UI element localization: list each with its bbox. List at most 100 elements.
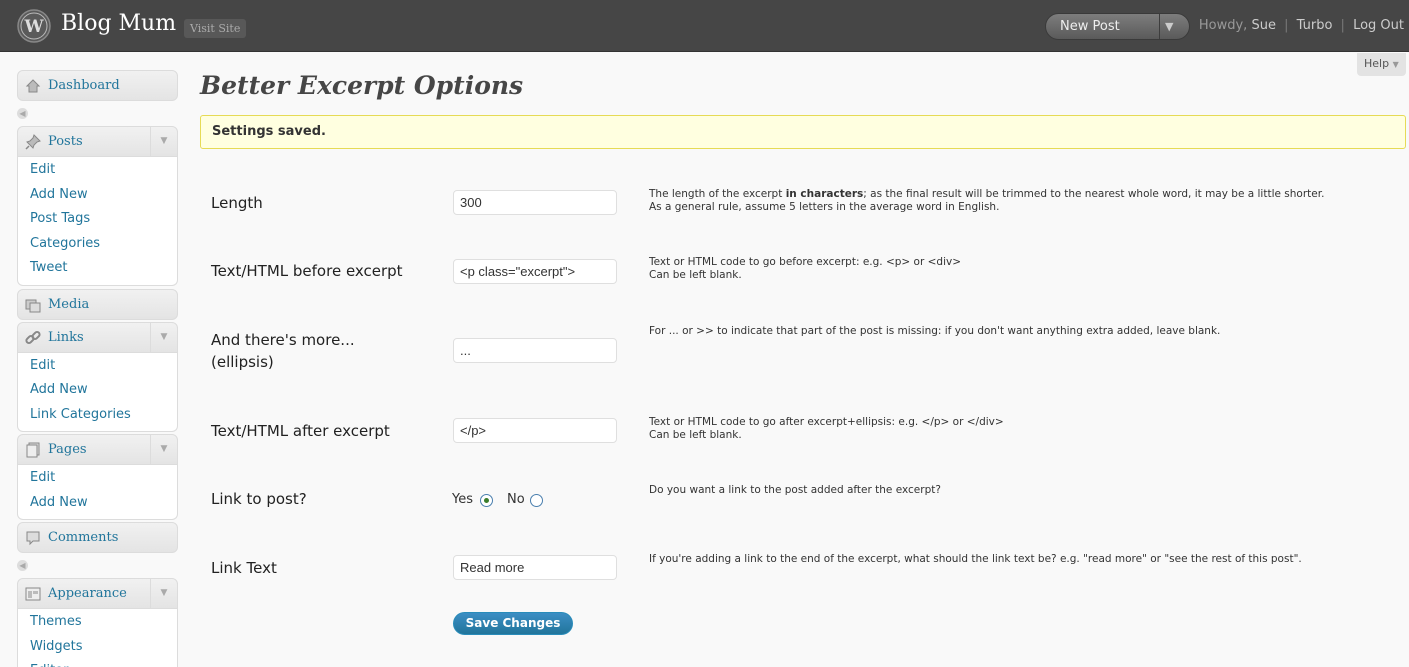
menu-label: Media [48,296,90,312]
dashboard-icon [25,79,41,93]
length-label: Length [211,194,263,212]
admin-header: W Blog Mum Visit Site New Post ▼ Howdy, … [0,0,1409,52]
before-excerpt-input[interactable] [453,259,617,284]
submenu-posts: Edit Add New Post Tags Categories Tweet [17,157,178,286]
desc-text: ; as the final result will be trimmed to… [863,188,1325,200]
menu-separator[interactable]: ◀ [17,101,178,126]
desc-text: Text or HTML code to go before excerpt: … [649,256,962,268]
after-excerpt-input[interactable] [453,418,617,443]
chevron-down-icon[interactable]: ▼ [150,435,177,464]
desc-text: Text or HTML code to go after excerpt+el… [649,416,1004,428]
submenu-item[interactable]: Add New [18,183,177,208]
chevron-down-icon[interactable]: ▼ [150,322,177,352]
radio-yes[interactable] [480,494,493,507]
submenu-item[interactable]: Link Categories [18,403,177,428]
logout-link[interactable]: Log Out [1353,18,1404,33]
submenu-item[interactable]: Edit [18,158,177,183]
media-icon [25,299,41,312]
label-line: And there's more... [211,331,355,349]
submenu-item[interactable]: Add New [18,491,177,516]
collapse-arrow-icon[interactable]: ◀ [17,560,28,571]
link-to-post-description: Do you want a link to the post added aft… [649,484,941,496]
separator: | [1340,18,1345,33]
separator: | [1284,18,1289,33]
submenu-links: Edit Add New Link Categories [17,352,178,432]
submenu-pages: Edit Add New [17,465,178,520]
radio-yes-label[interactable]: Yes [452,492,473,507]
after-excerpt-label: Text/HTML after excerpt [211,422,390,440]
submenu-item[interactable]: Post Tags [18,207,177,232]
menu-comments[interactable]: Comments [17,522,178,553]
menu-label: Appearance [48,586,127,601]
link-text-label: Link Text [211,559,277,577]
howdy-text: Howdy, [1198,18,1248,33]
menu-dashboard[interactable]: Dashboard [17,70,178,101]
menu-appearance[interactable]: Appearance ▼ [17,578,178,609]
desc-text: The length of the excerpt [649,188,786,200]
ellipsis-input[interactable] [453,338,617,363]
chevron-down-icon[interactable]: ▼ [150,579,177,608]
menu-separator[interactable]: ◀ [17,553,178,578]
pushpin-icon [25,134,41,150]
settings-saved-notice: Settings saved. [200,115,1406,149]
help-label: Help [1364,57,1390,70]
submenu-item[interactable]: Categories [18,232,177,257]
submenu-item[interactable]: Widgets [18,635,177,660]
menu-label: Dashboard [48,78,120,93]
length-input[interactable] [453,190,617,215]
chevron-down-icon[interactable]: ▼ [1165,14,1173,39]
menu-media[interactable]: Media [17,288,178,320]
desc-text: Can be left blank. [649,269,742,281]
submenu-item[interactable]: Themes [18,610,177,635]
ellipsis-description: For ... or >> to indicate that part of t… [649,325,1221,337]
chevron-down-icon[interactable]: ▼ [150,127,177,156]
link-text-description: If you're adding a link to the end of th… [649,553,1302,565]
save-changes-button[interactable]: Save Changes [453,612,573,635]
visit-site-button[interactable]: Visit Site [184,19,247,38]
menu-links[interactable]: Links ▼ [17,321,178,353]
menu-pages[interactable]: Pages ▼ [17,434,178,465]
before-excerpt-description: Text or HTML code to go before excerpt: … [649,256,961,282]
appearance-icon [25,587,41,601]
menu-label: Comments [48,530,119,545]
dropdown-divider [1159,14,1160,39]
user-profile-link[interactable]: Sue [1251,18,1276,33]
favorite-actions-dropdown[interactable]: New Post ▼ [1045,13,1190,40]
after-excerpt-description: Text or HTML code to go after excerpt+el… [649,416,1004,442]
user-info: Howdy, Sue | Turbo | Log Out [1199,18,1404,33]
length-description: The length of the excerpt in characters;… [649,188,1324,214]
link-text-input[interactable] [453,555,617,580]
before-excerpt-label: Text/HTML before excerpt [211,262,403,280]
new-post-link[interactable]: New Post [1060,14,1120,39]
radio-no[interactable] [530,494,543,507]
submenu-item[interactable]: Add New [18,378,177,403]
collapse-arrow-icon[interactable]: ◀ [17,108,28,119]
page-title: Better Excerpt Options [200,71,524,100]
pages-icon [26,442,40,458]
link-chain-icon [25,330,41,344]
radio-no-label[interactable]: No [507,492,525,507]
ellipsis-label: And there's more... (ellipsis) [211,329,355,373]
submenu-item[interactable]: Edit [18,354,177,379]
chevron-down-icon: ▼ [1392,60,1399,69]
submenu-item[interactable]: Edit [18,466,177,491]
turbo-link[interactable]: Turbo [1297,18,1333,33]
menu-posts[interactable]: Posts ▼ [17,126,178,157]
submenu-item[interactable]: Tweet [18,256,177,281]
desc-bold: in characters [785,188,864,200]
menu-label: Links [48,329,84,345]
submenu-item[interactable]: Editor [18,659,177,667]
wordpress-logo-icon[interactable]: W [17,9,51,43]
desc-text: As a general rule, assume 5 letters in t… [649,201,1000,213]
admin-sidebar: Dashboard ◀ Posts ▼ Edit Add New Post Ta… [17,70,178,667]
menu-label: Posts [48,134,83,149]
label-line: (ellipsis) [211,353,274,371]
submenu-appearance: Themes Widgets Editor [17,609,178,667]
desc-text: Can be left blank. [649,429,742,441]
help-tab[interactable]: Help ▼ [1357,53,1406,76]
site-title[interactable]: Blog Mum [61,11,176,36]
menu-label: Pages [48,442,87,457]
comment-bubble-icon [26,531,40,546]
link-to-post-label: Link to post? [211,490,307,508]
svg-text:W: W [23,17,44,37]
